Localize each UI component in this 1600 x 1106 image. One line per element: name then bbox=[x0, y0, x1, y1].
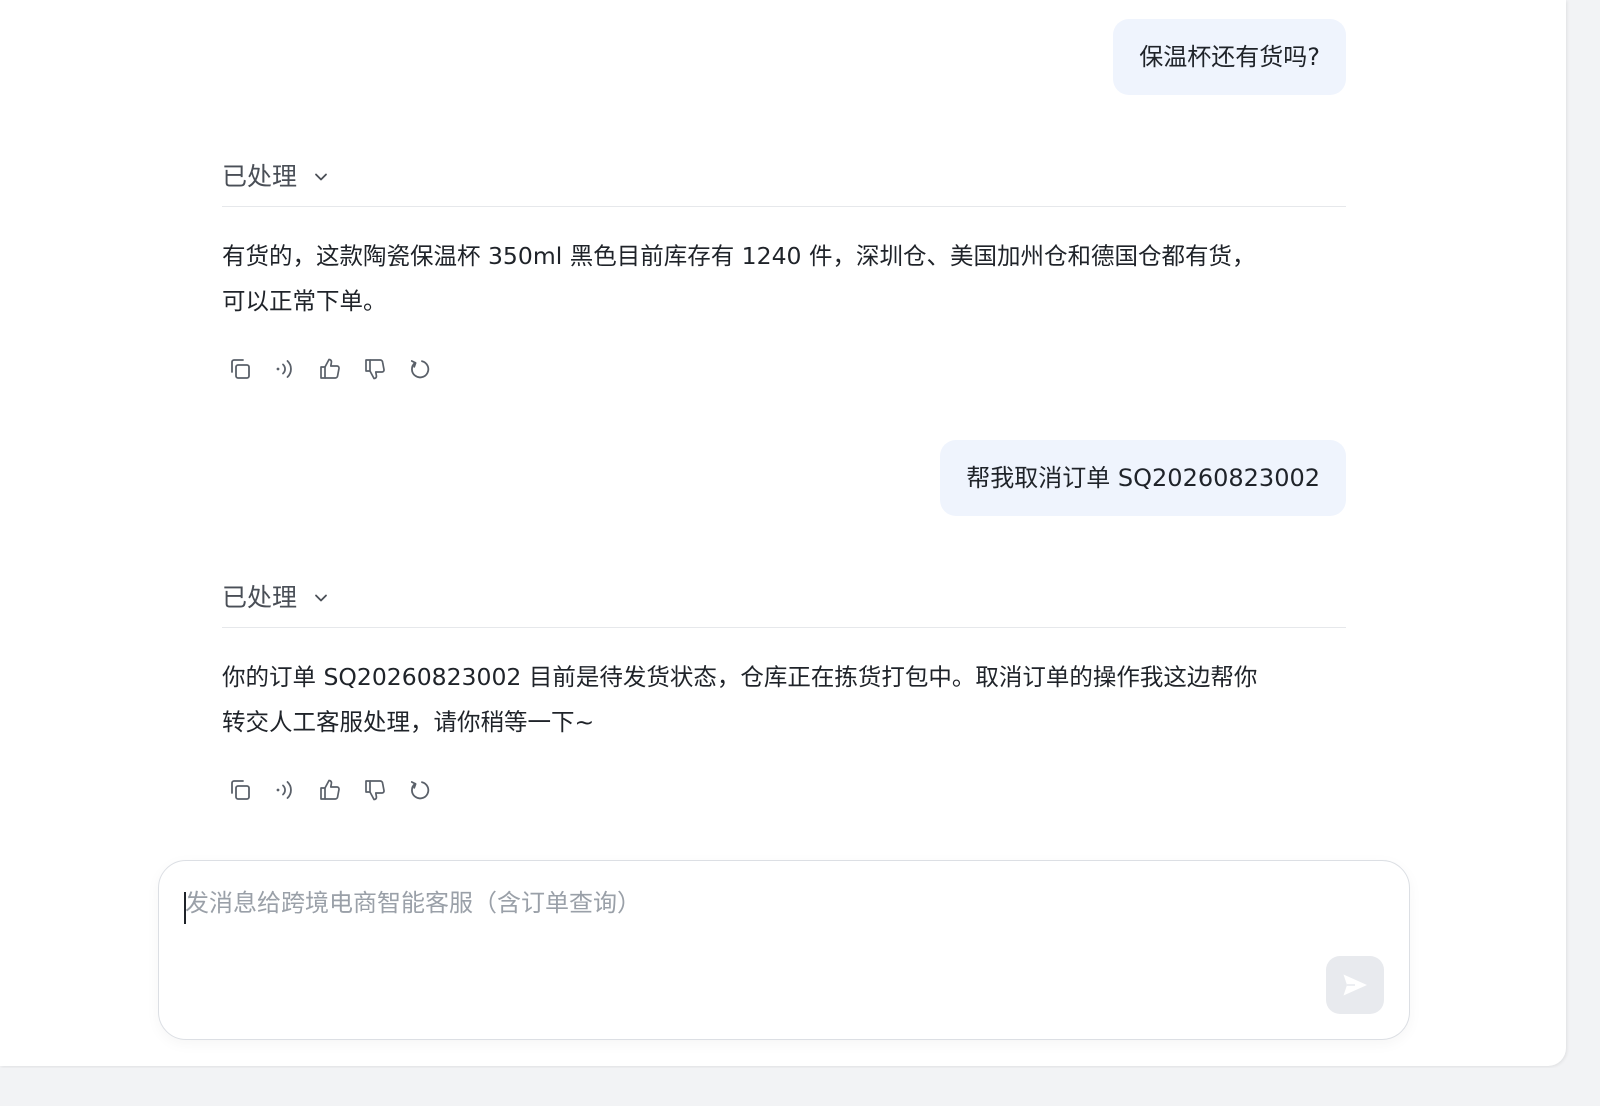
speaker-icon bbox=[276, 359, 292, 378]
thumbs-up-icon bbox=[319, 779, 340, 800]
message-action-bar bbox=[226, 776, 433, 803]
regenerate-icon bbox=[410, 780, 429, 799]
like-button[interactable] bbox=[316, 355, 343, 382]
send-button[interactable] bbox=[1326, 956, 1384, 1014]
regenerate-button[interactable] bbox=[406, 355, 433, 382]
read-aloud-button[interactable] bbox=[271, 776, 298, 803]
processed-status-toggle[interactable]: 已处理 bbox=[222, 583, 1346, 628]
like-button[interactable] bbox=[316, 776, 343, 803]
message-action-bar bbox=[226, 355, 433, 382]
user-message-bubble: 帮我取消订单 SQ20260823002 bbox=[940, 440, 1346, 516]
thumbs-down-icon bbox=[364, 779, 385, 800]
text-caret bbox=[184, 892, 186, 924]
assistant-message-text: 你的订单 SQ20260823002 目前是待发货状态，仓库正在拣货打包中。取消… bbox=[222, 655, 1332, 745]
message-composer bbox=[158, 860, 1410, 1040]
dislike-button[interactable] bbox=[361, 776, 388, 803]
chevron-down-icon bbox=[315, 594, 327, 602]
assistant-message-line: 你的订单 SQ20260823002 目前是待发货状态，仓库正在拣货打包中。取消… bbox=[222, 663, 1258, 691]
message-input[interactable] bbox=[185, 887, 1315, 977]
window-bottom-edge bbox=[0, 1068, 1600, 1106]
regenerate-icon bbox=[410, 359, 429, 378]
thumbs-down-icon bbox=[364, 358, 385, 379]
assistant-message-line: 转交人工客服处理，请你稍等一下~ bbox=[222, 708, 595, 736]
chevron-down-icon bbox=[315, 173, 327, 181]
copy-button[interactable] bbox=[226, 776, 253, 803]
assistant-message-text: 有货的，这款陶瓷保温杯 350ml 黑色目前库存有 1240 件，深圳仓、美国加… bbox=[222, 234, 1332, 324]
user-message-bubble: 保温杯还有货吗? bbox=[1113, 19, 1346, 95]
read-aloud-button[interactable] bbox=[271, 355, 298, 382]
assistant-message-line: 有货的，这款陶瓷保温杯 350ml 黑色目前库存有 1240 件，深圳仓、美国加… bbox=[222, 242, 1256, 270]
user-message-text: 保温杯还有货吗? bbox=[1139, 43, 1320, 71]
regenerate-button[interactable] bbox=[406, 776, 433, 803]
processed-status-toggle[interactable]: 已处理 bbox=[222, 162, 1346, 207]
assistant-message-line: 可以正常下单。 bbox=[222, 287, 387, 315]
send-icon bbox=[1343, 974, 1367, 996]
processed-status-label: 已处理 bbox=[222, 583, 298, 612]
chat-window: 保温杯还有货吗? 已处理 有货的，这款陶瓷保温杯 350ml 黑色目前库存有 1… bbox=[0, 0, 1566, 1066]
processed-status-label: 已处理 bbox=[222, 162, 298, 191]
dislike-button[interactable] bbox=[361, 355, 388, 382]
thumbs-up-icon bbox=[319, 358, 340, 379]
speaker-icon bbox=[276, 780, 292, 799]
copy-button[interactable] bbox=[226, 355, 253, 382]
user-message-text: 帮我取消订单 SQ20260823002 bbox=[966, 464, 1320, 492]
copy-icon bbox=[230, 779, 250, 800]
copy-icon bbox=[230, 358, 250, 379]
